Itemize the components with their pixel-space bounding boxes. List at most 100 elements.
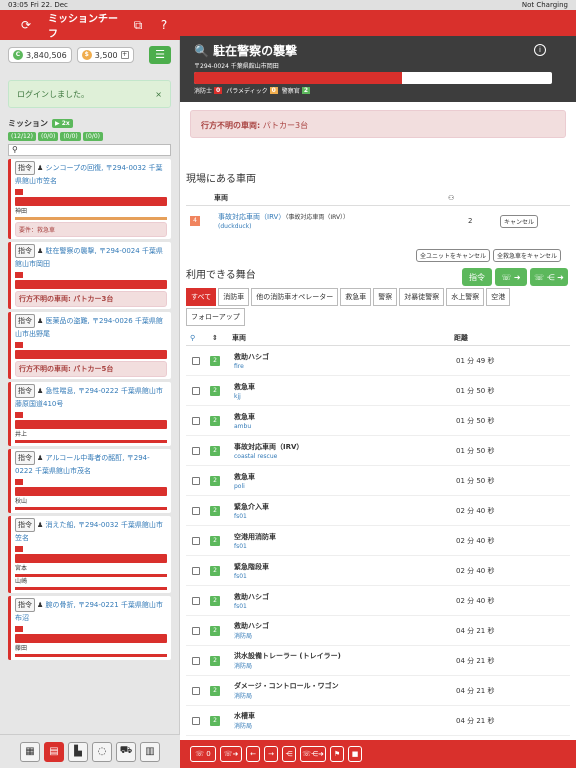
vehicle-checkbox[interactable] [192,626,200,635]
vehicle-station[interactable]: ambu [234,423,251,430]
filter-tab[interactable]: 他の消防車オペレーター [251,288,339,306]
vehicle-station[interactable]: 消防局 [234,663,252,670]
log-icon[interactable]: ▥ [140,741,160,762]
vehicle-row[interactable]: 2 空港用消防車 fs01 02 分 40 秒 [186,526,570,556]
vehicle-row[interactable]: 2 洪水設備トレーラー (トレイラー) 消防局 04 分 21 秒 [186,646,570,676]
share-next-button[interactable]: ☏⋲➜ [300,746,326,762]
vehicle-station[interactable]: fs01 [234,543,247,550]
share-button[interactable]: ⋲ [282,746,296,762]
mission-dispatch-button[interactable]: 指令 [15,384,35,398]
vehicle-checkbox[interactable] [192,686,200,695]
vehicle-station[interactable]: fs01 [234,513,247,520]
onsite-vehicle-name[interactable]: 事故対応車両（IRV） [218,213,285,221]
alarm-icon[interactable]: ■ [348,746,362,762]
mission-card-title[interactable]: 指令 ♟ 腕の骨折, 〒294-0221 千葉県館山市布沼 [15,598,167,624]
filter-tab[interactable]: すべて [186,288,217,306]
vehicle-row[interactable]: 2 ダメージ・コントロール・ワゴン 消防局 04 分 21 秒 [186,676,570,706]
vehicle-row[interactable]: 2 水槽車 消防局 04 分 21 秒 [186,706,570,736]
refresh-icon[interactable]: ⟳ [18,17,34,33]
next-button[interactable]: → [264,746,278,762]
mission-name[interactable]: シンコープの回復, [46,164,104,172]
call-count-button[interactable]: ☏ 0 [190,746,216,762]
mission-name[interactable]: アルコール中毒者の酩酊, [46,454,125,462]
coins-pill[interactable]: $3,500 + [76,47,134,63]
cancel-all-units-button[interactable]: 全ユニットをキャンセル [416,249,491,262]
mission-card-title[interactable]: 指令 ♟ 消えた船, 〒294-0032 千葉県館山市笠名 [15,518,167,544]
available-col-vehicle[interactable]: 車両 [232,333,454,343]
map-icon[interactable]: ▦ [20,741,40,762]
vehicle-row[interactable]: 2 事故対応車両（IRV） coastal rescue 01 分 50 秒 [186,436,570,466]
vehicle-checkbox[interactable] [192,386,200,395]
vehicle-checkbox[interactable] [192,446,200,455]
vehicle-checkbox[interactable] [192,356,200,365]
vehicle-checkbox[interactable] [192,416,200,425]
search-icon[interactable]: ⚲ [186,334,212,342]
mission-dispatch-button[interactable]: 指令 [15,314,35,328]
close-icon[interactable]: × [155,90,162,99]
vehicle-station[interactable]: fs01 [234,603,247,610]
dispatch-next-button[interactable]: ☏ ➜ [495,268,527,286]
vehicle-checkbox[interactable] [192,596,200,605]
vehicle-station[interactable]: 消防局 [234,723,252,730]
mission-dispatch-button[interactable]: 指令 [15,518,35,532]
mission-card-title[interactable]: 指令 ♟ シンコープの回復, 〒294-0032 千葉県館山市笠名 [15,161,167,187]
filter-tab[interactable]: 対暴徒警察 [399,288,445,306]
mission-dispatch-button[interactable]: 指令 [15,451,35,465]
vehicle-row[interactable]: 2 救急車 poli 01 分 50 秒 [186,466,570,496]
vehicle-checkbox[interactable] [192,536,200,545]
buildings-icon[interactable]: ▙ [68,741,88,762]
mission-card[interactable]: 指令 ♟ 急性喘息, 〒294-0222 千葉県館山市藤原国道410号 井上 [8,382,171,446]
mission-search-input[interactable]: ⚲ [8,144,171,156]
vehicle-row[interactable]: 2 救助ハシゴ 消防局 04 分 21 秒 [186,616,570,646]
speed-button[interactable]: ▶ 2x [52,119,73,128]
vehicle-checkbox[interactable] [192,506,200,515]
vehicle-station[interactable]: 消防局 [234,693,252,700]
vehicle-row[interactable]: 2 救急車 ambu 01 分 50 秒 [186,406,570,436]
filter-alliance[interactable]: (0/0) [60,132,81,141]
prev-button[interactable]: ← [246,746,260,762]
vehicle-row[interactable]: 2 緊急介入車 fs01 02 分 40 秒 [186,496,570,526]
mission-card[interactable]: 指令 ♟ 腕の骨折, 〒294-0221 千葉県館山市布沼 藤田 [8,596,171,660]
mission-dispatch-button[interactable]: 指令 [15,244,35,258]
mission-name[interactable]: 駐在警察の襲撃, [46,247,97,255]
sort-icon[interactable]: ⇕ [212,334,232,342]
filter-planned[interactable]: (0/0) [37,132,59,141]
mission-name[interactable]: 消えた船, [46,521,76,529]
mission-dispatch-button[interactable]: 指令 [15,598,35,612]
mission-card-title[interactable]: 指令 ♟ アルコール中毒者の酩酊, 〒294-0222 千葉県館山市茂名 [15,451,167,477]
vehicle-station[interactable]: 消防局 [234,633,252,640]
filter-emergency[interactable]: (12/12) [8,132,36,141]
filter-events[interactable]: (0/0) [82,132,104,141]
mission-card[interactable]: 指令 ♟ シンコープの回復, 〒294-0032 千葉県館山市笠名 神田 要件：救急車 [8,159,171,239]
vehicles-icon[interactable]: ⛟ [116,741,136,762]
mission-card-title[interactable]: 指令 ♟ 急性喘息, 〒294-0222 千葉県館山市藤原国道410号 [15,384,167,410]
vehicle-station[interactable]: fs01 [234,573,247,580]
menu-button[interactable]: ☰ [149,46,171,64]
vehicle-row[interactable]: 2 救助ハシゴ fs01 02 分 40 秒 [186,586,570,616]
vehicle-station[interactable]: fire [234,363,244,370]
vehicle-row[interactable]: 2 救助ハシゴ fire 01 分 49 秒 [186,346,570,376]
available-col-distance[interactable]: 距離 [454,333,468,343]
mission-name[interactable]: 腕の骨折, [46,601,76,609]
filter-tab[interactable]: 空港 [486,288,511,306]
vehicle-row[interactable]: 2 救急車 kjj 01 分 50 秒 [186,376,570,406]
vehicle-checkbox[interactable] [192,716,200,725]
filter-tab[interactable]: 水上警察 [446,288,485,306]
add-coins-icon[interactable]: + [120,51,129,59]
mission-card[interactable]: 指令 ♟ 消えた船, 〒294-0032 千葉県館山市笠名 宮本 山崎 [8,516,171,593]
flag-icon[interactable]: ⚑ [330,746,344,762]
mission-name[interactable]: 医薬品の盗難, [46,317,90,325]
vehicle-station[interactable]: kjj [234,393,241,400]
credits-pill[interactable]: C 3,840,506 [8,47,72,63]
dispatch-button[interactable]: 指令 [462,268,492,286]
vehicle-station[interactable]: poli [234,483,245,490]
vehicle-station[interactable]: coastal rescue [234,453,277,460]
mission-card[interactable]: 指令 ♟ 医薬品の盗難, 〒294-0026 千葉県館山市出野尾 行方不明の車両: … [8,312,171,379]
cancel-all-ambulances-button[interactable]: 全救急車をキャンセル [493,249,562,262]
filter-tab[interactable]: フォローアップ [186,308,245,326]
filter-tab[interactable]: 消防車 [218,288,250,306]
mission-card-title[interactable]: 指令 ♟ 医薬品の盗難, 〒294-0026 千葉県館山市出野尾 [15,314,167,340]
filter-tab[interactable]: 救急車 [340,288,372,306]
mission-card[interactable]: 指令 ♟ 駐在警察の襲撃, 〒294-0024 千葉県館山市岡田 行方不明の車両: … [8,242,171,309]
info-icon[interactable]: i [534,44,546,56]
